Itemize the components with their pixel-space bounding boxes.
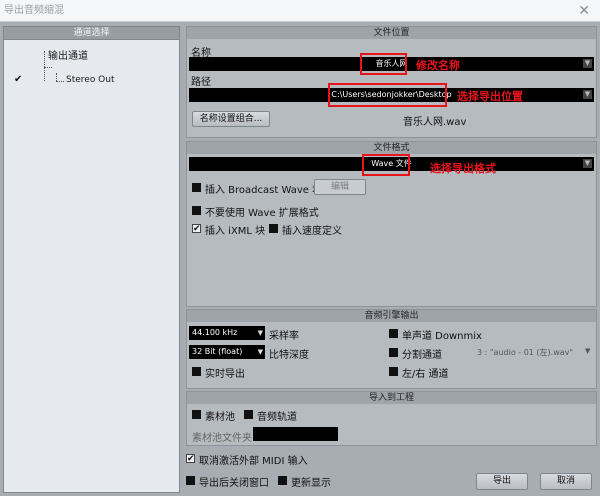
edit-button[interactable]: 编辑 xyxy=(314,179,366,195)
annotation-rename: 修改名称 xyxy=(416,59,460,72)
update-display-checkbox[interactable] xyxy=(278,476,287,485)
pool-folder-field[interactable] xyxy=(253,427,338,441)
pool-checkbox[interactable] xyxy=(192,410,201,419)
sample-rate-select[interactable]: 44.100 kHz ▼ xyxy=(189,326,265,340)
deactivate-midi-checkbox[interactable]: ✔ xyxy=(186,454,195,464)
cancel-button[interactable]: 取消 xyxy=(540,473,592,490)
close-icon[interactable]: ✕ xyxy=(578,0,590,22)
close-after-export-label: 导出后关闭窗口 xyxy=(199,478,269,489)
tree-item-stereo-out[interactable]: Stereo Out xyxy=(66,75,115,85)
engine-output-section: 音频引擎输出 44.100 kHz ▼ 采样率 32 Bit (float) ▼… xyxy=(186,309,597,389)
deactivate-midi-label: 取消激活外部 MIDI 输入 xyxy=(199,456,308,467)
tempo-definition-checkbox[interactable] xyxy=(269,224,278,233)
tree-item-output-channels[interactable]: 输出通道 xyxy=(48,47,88,62)
stereo-out-checkbox[interactable]: ✔ xyxy=(14,75,24,85)
export-button[interactable]: 导出 xyxy=(476,473,528,490)
naming-scheme-button[interactable]: 名称设置组合... xyxy=(192,111,270,127)
no-wave-extension-label: 不要使用 Wave 扩展格式 xyxy=(205,208,319,219)
tempo-definition-label: 插入速度定义 xyxy=(282,226,342,237)
realtime-export-checkbox[interactable] xyxy=(192,367,201,376)
update-display-label: 更新显示 xyxy=(291,478,331,489)
pool-label: 素材池 xyxy=(205,412,235,423)
import-project-section: 导入到工程 素材池 音频轨道 素材池文件夹 xyxy=(186,391,597,446)
annotation-export-location: 选择导出位置 xyxy=(457,90,523,103)
import-project-header: 导入到工程 xyxy=(187,392,596,404)
split-channels-checkbox[interactable] xyxy=(389,348,398,357)
bit-depth-value: 32 Bit (float) xyxy=(192,347,243,356)
chevron-down-icon[interactable]: ▼ xyxy=(583,59,592,68)
ixml-checkbox[interactable]: ✔ xyxy=(192,224,201,234)
filename-preview: 音乐人网.wav xyxy=(403,117,467,128)
no-wave-extension-checkbox[interactable] xyxy=(192,206,201,215)
chevron-down-icon: ▼ xyxy=(257,329,263,337)
path-label: 路径 xyxy=(191,77,211,88)
tree-connector xyxy=(44,51,45,81)
tree-connector xyxy=(44,67,52,68)
file-location-section: 文件位置 名称 音乐人网 ▼ 修改名称 路径 C:\Users\sedonjok… xyxy=(186,26,597,138)
close-after-export-checkbox[interactable] xyxy=(186,476,195,485)
annotation-export-format: 选择导出格式 xyxy=(430,162,496,175)
annotation-box-format xyxy=(362,154,410,176)
tree-connector xyxy=(56,81,64,82)
file-format-header: 文件格式 xyxy=(187,142,596,154)
ixml-label: 插入 iXML 块 xyxy=(205,226,266,237)
lr-channels-label: 左/右 通道 xyxy=(402,369,449,380)
chevron-down-icon[interactable]: ▼ xyxy=(585,347,590,355)
audio-track-label: 音频轨道 xyxy=(257,412,297,423)
tree-connector xyxy=(56,73,57,81)
channel-panel-header: 通道选择 xyxy=(4,27,179,40)
chevron-down-icon[interactable]: ▼ xyxy=(583,159,592,168)
window-titlebar: 导出音频缩混 ✕ xyxy=(0,0,600,22)
mono-downmix-checkbox[interactable] xyxy=(389,329,398,338)
realtime-export-label: 实时导出 xyxy=(205,369,245,380)
audio-track-checkbox[interactable] xyxy=(244,410,253,419)
chevron-down-icon: ▼ xyxy=(257,348,263,356)
file-location-header: 文件位置 xyxy=(187,27,596,39)
lr-channels-checkbox[interactable] xyxy=(389,367,398,376)
annotation-box-path xyxy=(328,83,447,107)
channel-selection-panel: 通道选择 输出通道 ✔ Stereo Out xyxy=(3,26,180,493)
chevron-down-icon[interactable]: ▼ xyxy=(583,90,592,99)
sample-rate-value: 44.100 kHz xyxy=(192,328,238,337)
broadcast-wave-label: 插入 Broadcast Wave 块 xyxy=(205,185,323,196)
engine-output-header: 音频引擎输出 xyxy=(187,310,596,322)
bit-depth-label: 比特深度 xyxy=(269,350,309,361)
pool-folder-label: 素材池文件夹 xyxy=(192,433,252,444)
split-channels-preview: 3 : "audio - 01 (左).wav" xyxy=(477,348,574,357)
window-title: 导出音频缩混 xyxy=(4,5,64,16)
file-format-section: 文件格式 Wave 文件 ▼ 选择导出格式 插入 Broadcast Wave … xyxy=(186,141,597,307)
sample-rate-label: 采样率 xyxy=(269,331,299,342)
broadcast-wave-checkbox[interactable] xyxy=(192,183,201,192)
annotation-box-name xyxy=(360,53,407,75)
split-channels-label: 分割通道 xyxy=(402,350,442,361)
bit-depth-select[interactable]: 32 Bit (float) ▼ xyxy=(189,345,265,359)
mono-downmix-label: 单声道 Downmix xyxy=(402,331,482,342)
